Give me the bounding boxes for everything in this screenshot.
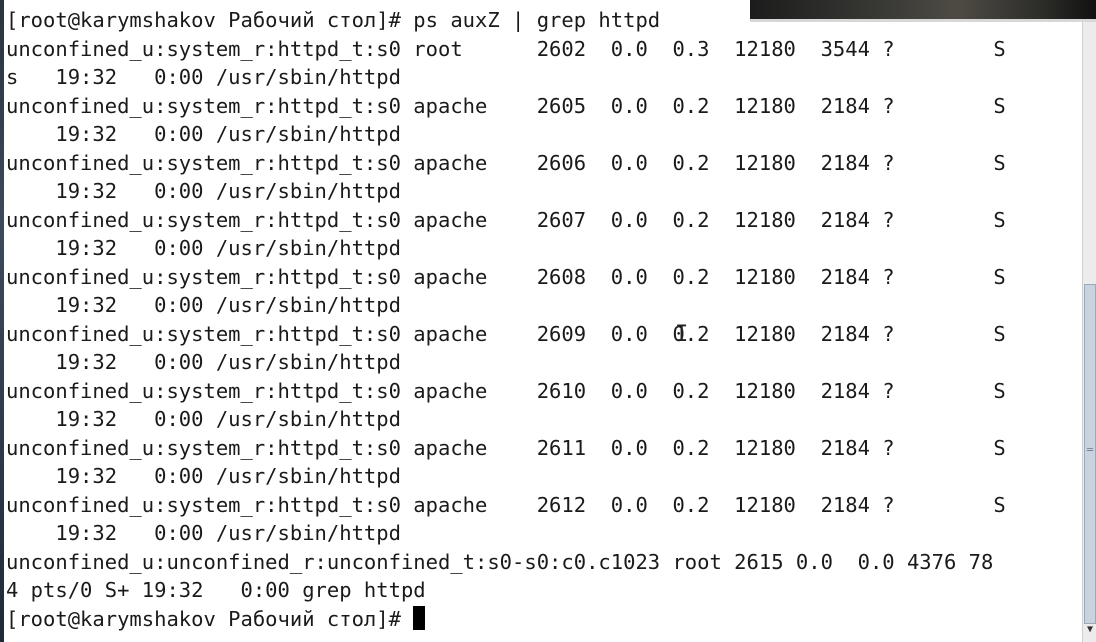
shell-prompt: [root@karymshakov Рабочий стол]# [6, 607, 414, 631]
terminal-line: 19:32 0:00 /usr/sbin/httpd [6, 407, 401, 431]
terminal-line: 19:32 0:00 /usr/sbin/httpd [6, 464, 401, 488]
terminal-line: unconfined_u:system_r:httpd_t:s0 apache … [6, 94, 1006, 118]
terminal-line: unconfined_u:unconfined_r:unconfined_t:s… [6, 550, 994, 574]
arrow-down-icon[interactable]: ▼ [1084, 620, 1096, 640]
terminal-line: 4 pts/0 S+ 19:32 0:00 grep httpd [6, 578, 426, 602]
terminal-line: unconfined_u:system_r:httpd_t:s0 apache … [6, 379, 1006, 403]
terminal-line: unconfined_u:system_r:httpd_t:s0 apache … [6, 265, 1006, 289]
text-ibeam-icon: I [675, 322, 689, 347]
terminal-line: 19:32 0:00 /usr/sbin/httpd [6, 293, 401, 317]
window-left-edge [0, 0, 4, 642]
terminal-line: s 19:32 0:00 /usr/sbin/httpd [6, 65, 401, 89]
scrollbar-thumb[interactable]: ═ [1084, 284, 1096, 624]
prompt-line[interactable]: [root@karymshakov Рабочий стол]# [6, 605, 426, 634]
terminal-line: unconfined_u:system_r:httpd_t:s0 root 26… [6, 37, 1006, 61]
terminal-line: 19:32 0:00 /usr/sbin/httpd [6, 236, 401, 260]
terminal-line: unconfined_u:system_r:httpd_t:s0 apache … [6, 493, 1006, 517]
terminal-line: 19:32 0:00 /usr/sbin/httpd [6, 350, 401, 374]
vertical-scrollbar[interactable]: ═ ▼ [1082, 22, 1096, 642]
grip-icon: ═ [1087, 445, 1094, 456]
terminal-line: 19:32 0:00 /usr/sbin/httpd [6, 179, 401, 203]
terminal-line: 19:32 0:00 /usr/sbin/httpd [6, 122, 401, 146]
terminal-line: 19:32 0:00 /usr/sbin/httpd [6, 521, 401, 545]
block-cursor [413, 606, 426, 630]
terminal-line: unconfined_u:system_r:httpd_t:s0 apache … [6, 436, 1006, 460]
terminal-line: [root@karymshakov Рабочий стол]# ps auxZ… [6, 8, 661, 32]
terminal-output[interactable]: [root@karymshakov Рабочий стол]# ps auxZ… [6, 0, 1082, 642]
terminal-line: unconfined_u:system_r:httpd_t:s0 apache … [6, 208, 1006, 232]
webcam-overlay [750, 0, 1096, 22]
terminal-line: unconfined_u:system_r:httpd_t:s0 apache … [6, 151, 1006, 175]
terminal-line: unconfined_u:system_r:httpd_t:s0 apache … [6, 322, 1006, 346]
